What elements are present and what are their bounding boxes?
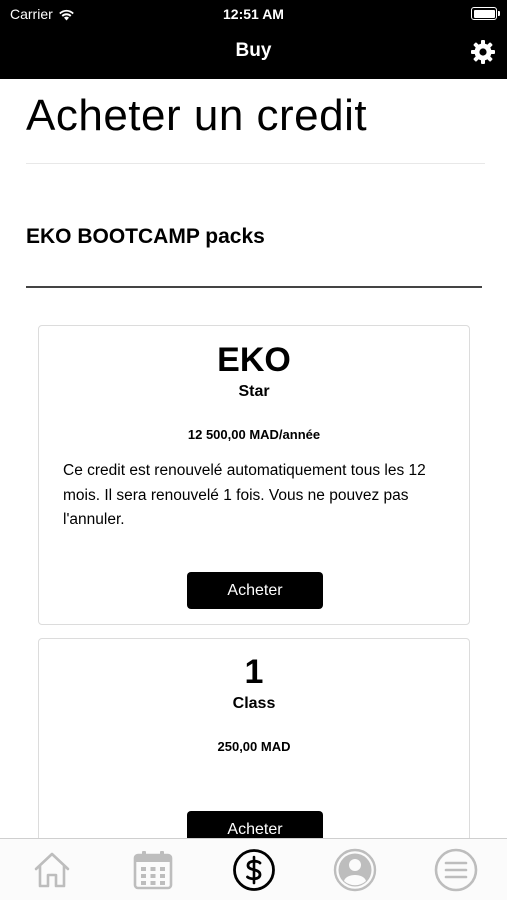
pack-description: Ce credit est renouvelé automatiquement … <box>63 462 426 528</box>
tab-bar <box>0 838 507 900</box>
tab-buy[interactable] <box>232 848 276 892</box>
calendar-icon <box>133 851 173 890</box>
top-bar: Carrier 12:51 AM Buy <box>0 0 507 79</box>
pack-card: 1 Class 250,00 MAD Acheter <box>38 638 470 838</box>
pack-price: 12 500,00 MAD/année <box>187 427 321 442</box>
dollar-icon <box>233 849 275 891</box>
status-bar: Carrier 12:51 AM <box>0 0 507 28</box>
pack-subtitle: Star <box>238 383 270 400</box>
home-icon <box>34 852 70 888</box>
section-divider <box>26 286 482 288</box>
tab-profile[interactable] <box>333 848 377 892</box>
profile-icon <box>333 848 377 892</box>
pack-name: 1 <box>244 653 264 691</box>
pack-subtitle: Class <box>232 695 276 712</box>
buy-button[interactable]: Acheter <box>187 572 323 609</box>
buy-button[interactable]: Acheter <box>187 811 323 838</box>
section-title: EKO BOOTCAMP packs <box>26 225 265 248</box>
nav-title: Buy <box>235 40 272 61</box>
page-title: Acheter un credit <box>26 91 368 140</box>
menu-icon <box>434 848 478 892</box>
status-time: 12:51 AM <box>223 6 284 22</box>
battery-icon <box>471 7 500 20</box>
pack-name: EKO <box>217 341 291 379</box>
tab-home[interactable] <box>30 848 74 892</box>
tab-menu[interactable] <box>434 848 478 892</box>
tab-calendar[interactable] <box>131 848 175 892</box>
title-divider <box>26 163 485 164</box>
gear-icon[interactable] <box>470 39 496 65</box>
pack-card: EKO Star 12 500,00 MAD/année Ce credit e… <box>38 325 470 625</box>
pack-price: 250,00 MAD <box>217 739 291 754</box>
content-area[interactable]: Acheter un credit EKO BOOTCAMP packs EKO… <box>0 79 507 838</box>
